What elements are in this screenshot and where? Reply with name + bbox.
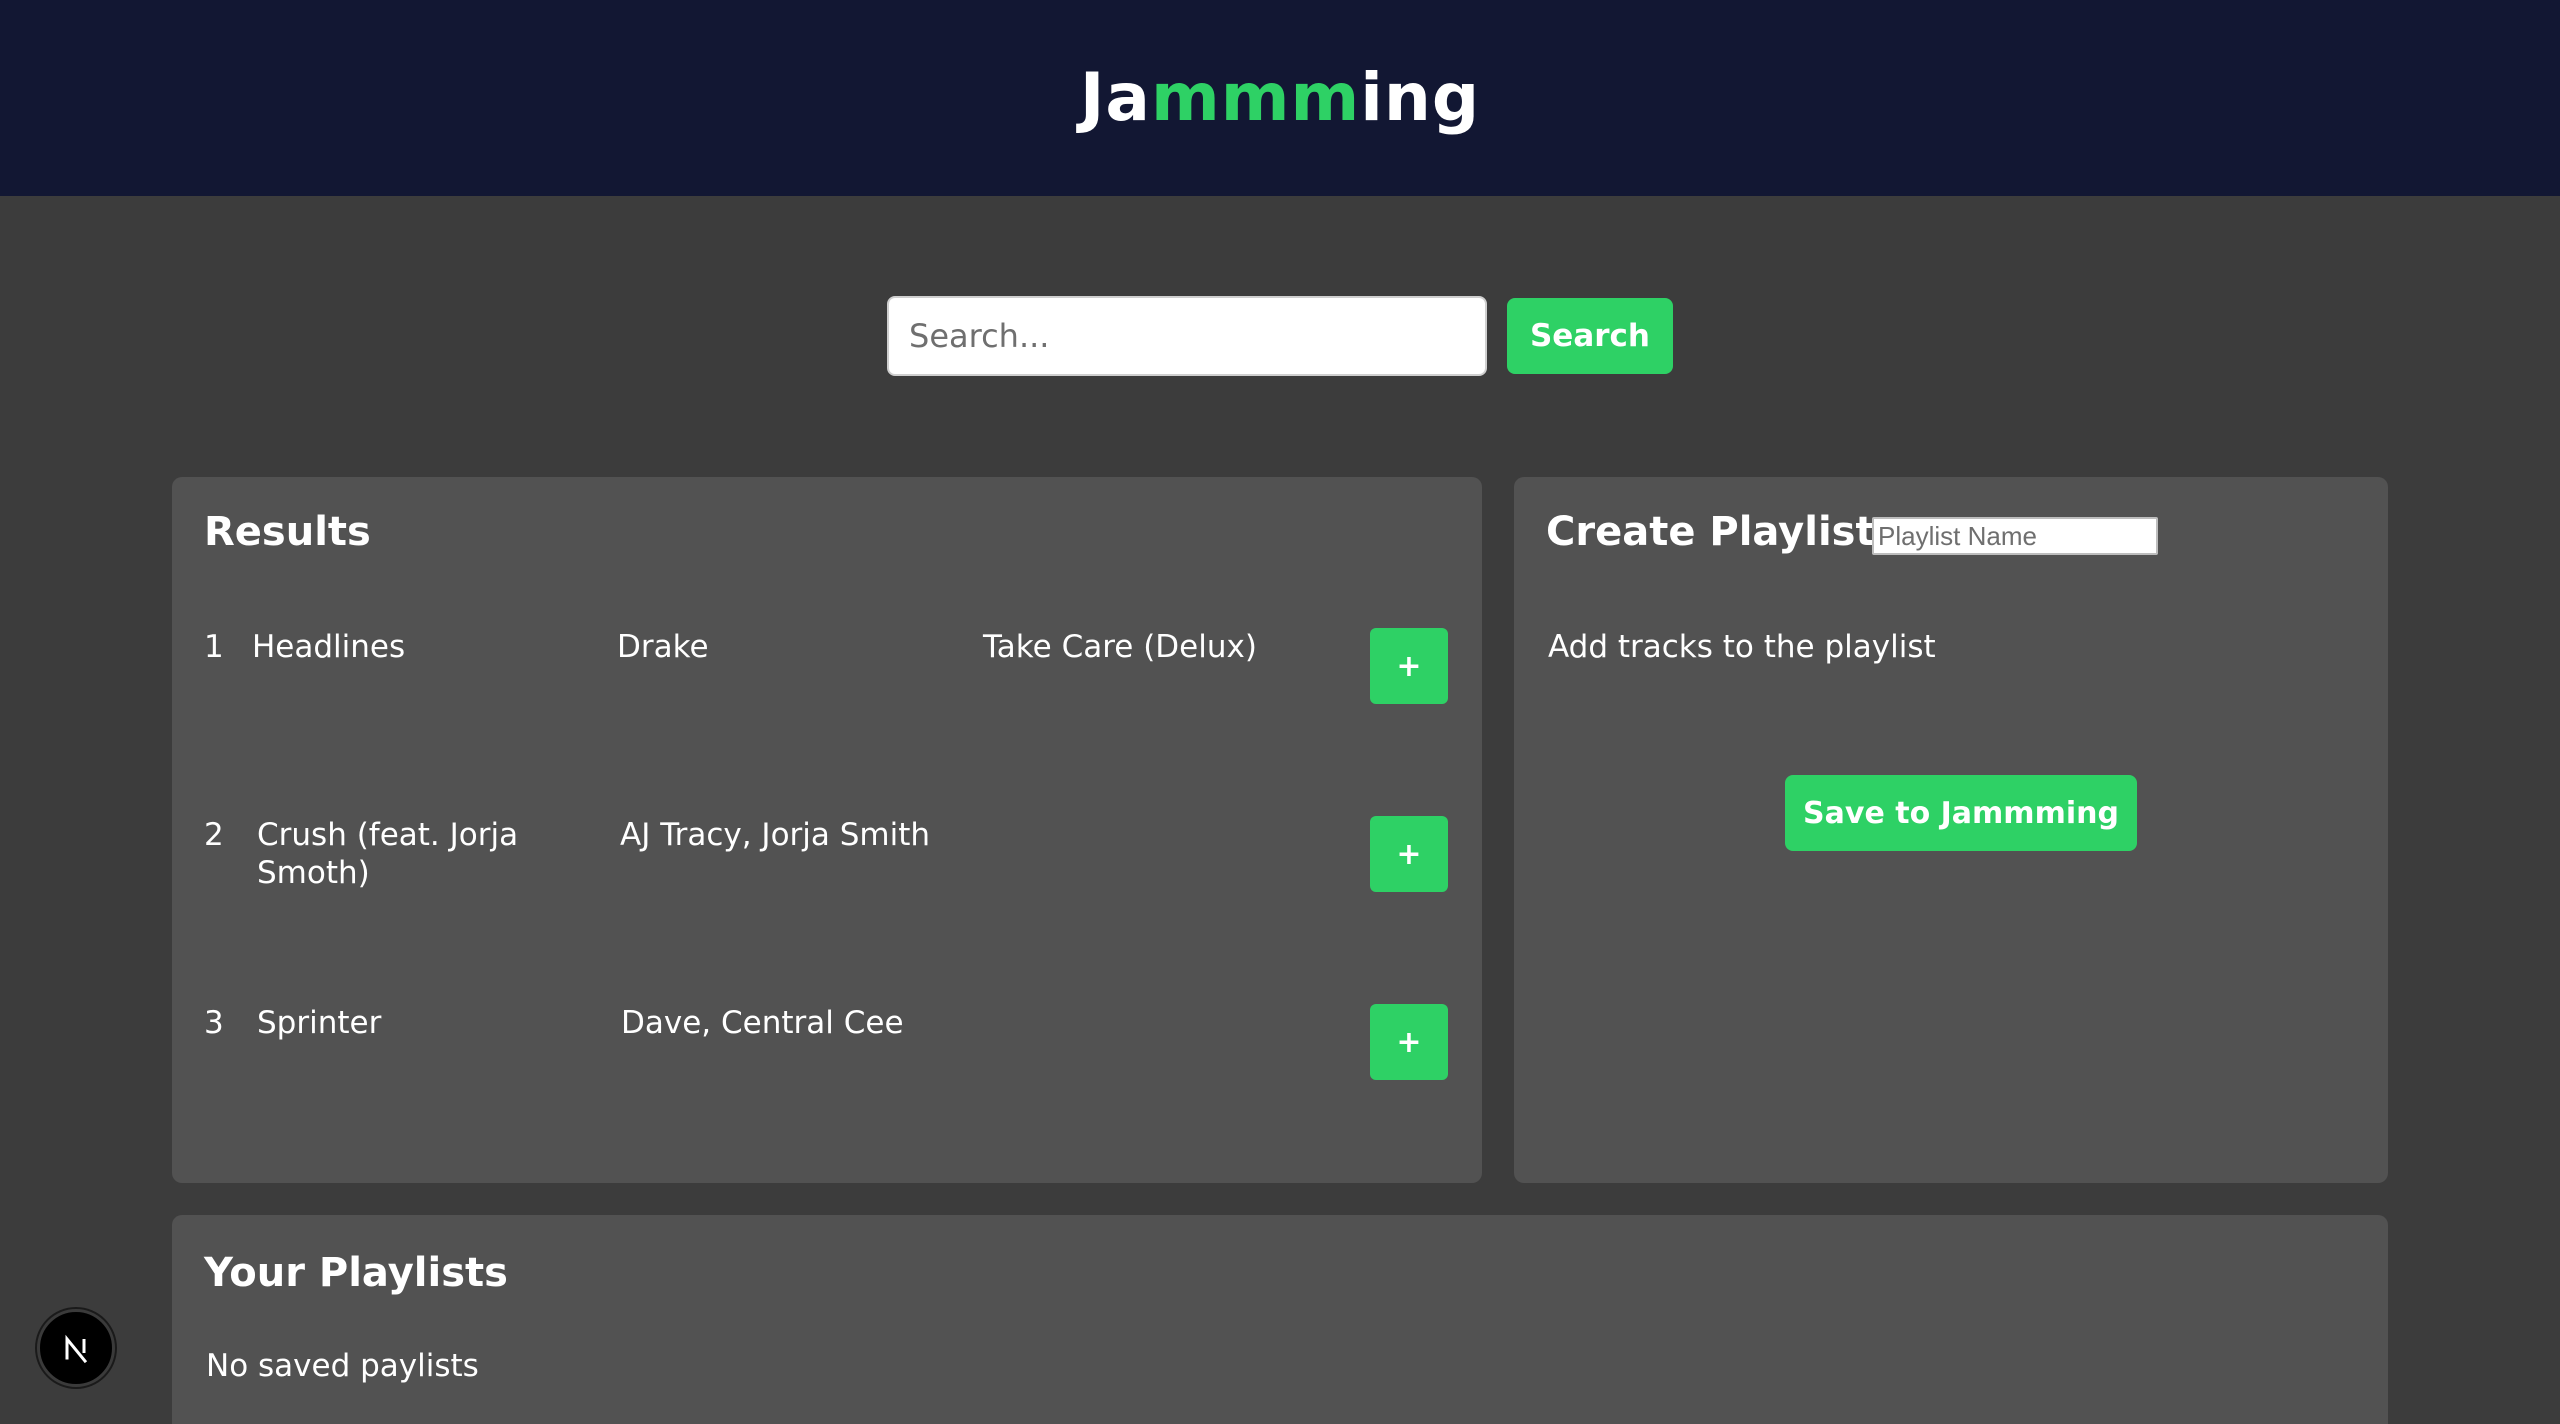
create-playlist-title: Create Playlist	[1546, 509, 1875, 555]
add-track-button[interactable]: +	[1370, 816, 1448, 892]
save-to-jammming-button[interactable]: Save to Jammming	[1785, 775, 2137, 851]
track-number: 1	[204, 629, 224, 665]
track-artist: Dave, Central Cee	[621, 1005, 904, 1041]
logo-text-part2: ing	[1360, 59, 1481, 136]
search-button[interactable]: Search	[1507, 298, 1673, 374]
track-album: Take Care (Delux)	[983, 629, 1257, 665]
search-input[interactable]	[887, 296, 1487, 376]
your-playlists-title: Your Playlists	[204, 1250, 508, 1296]
track-title: Headlines	[252, 629, 406, 665]
logo-text-part1: Ja	[1079, 59, 1151, 136]
nextjs-logo-icon	[65, 1334, 88, 1364]
app-root: Jammming Search Results 1 Headlines Drak…	[0, 0, 2560, 1424]
track-row-3: 3 Sprinter Dave, Central Cee +	[172, 1004, 1482, 1154]
app-logo: Jammming	[0, 58, 2560, 138]
create-playlist-panel: Create Playlist Add tracks to the playli…	[1514, 477, 2388, 1183]
track-artist: AJ Tracy, Jorja Smith	[620, 817, 931, 853]
nextjs-dev-indicator[interactable]	[37, 1309, 115, 1387]
add-track-button[interactable]: +	[1370, 1004, 1448, 1080]
add-track-button[interactable]: +	[1370, 628, 1448, 704]
playlist-empty-text: Add tracks to the playlist	[1548, 629, 1936, 665]
track-title: Crush (feat. Jorja Smoth)	[257, 817, 519, 891]
your-playlists-panel: Your Playlists No saved paylists	[172, 1215, 2388, 1424]
results-panel: Results 1 Headlines Drake Take Care (Del…	[172, 477, 1482, 1183]
playlist-name-input[interactable]	[1872, 517, 2158, 555]
track-title: Sprinter	[257, 1005, 382, 1041]
track-row-1: 1 Headlines Drake Take Care (Delux) +	[172, 628, 1482, 778]
logo-text-accent: mmm	[1150, 59, 1361, 136]
track-artist: Drake	[617, 629, 709, 665]
no-playlists-text: No saved paylists	[206, 1348, 479, 1384]
app-header: Jammming	[0, 0, 2560, 196]
track-number: 2	[204, 817, 224, 853]
results-title: Results	[204, 509, 371, 555]
track-number: 3	[204, 1005, 224, 1041]
track-row-2: 2 Crush (feat. Jorja Smoth) AJ Tracy, Jo…	[172, 816, 1482, 966]
